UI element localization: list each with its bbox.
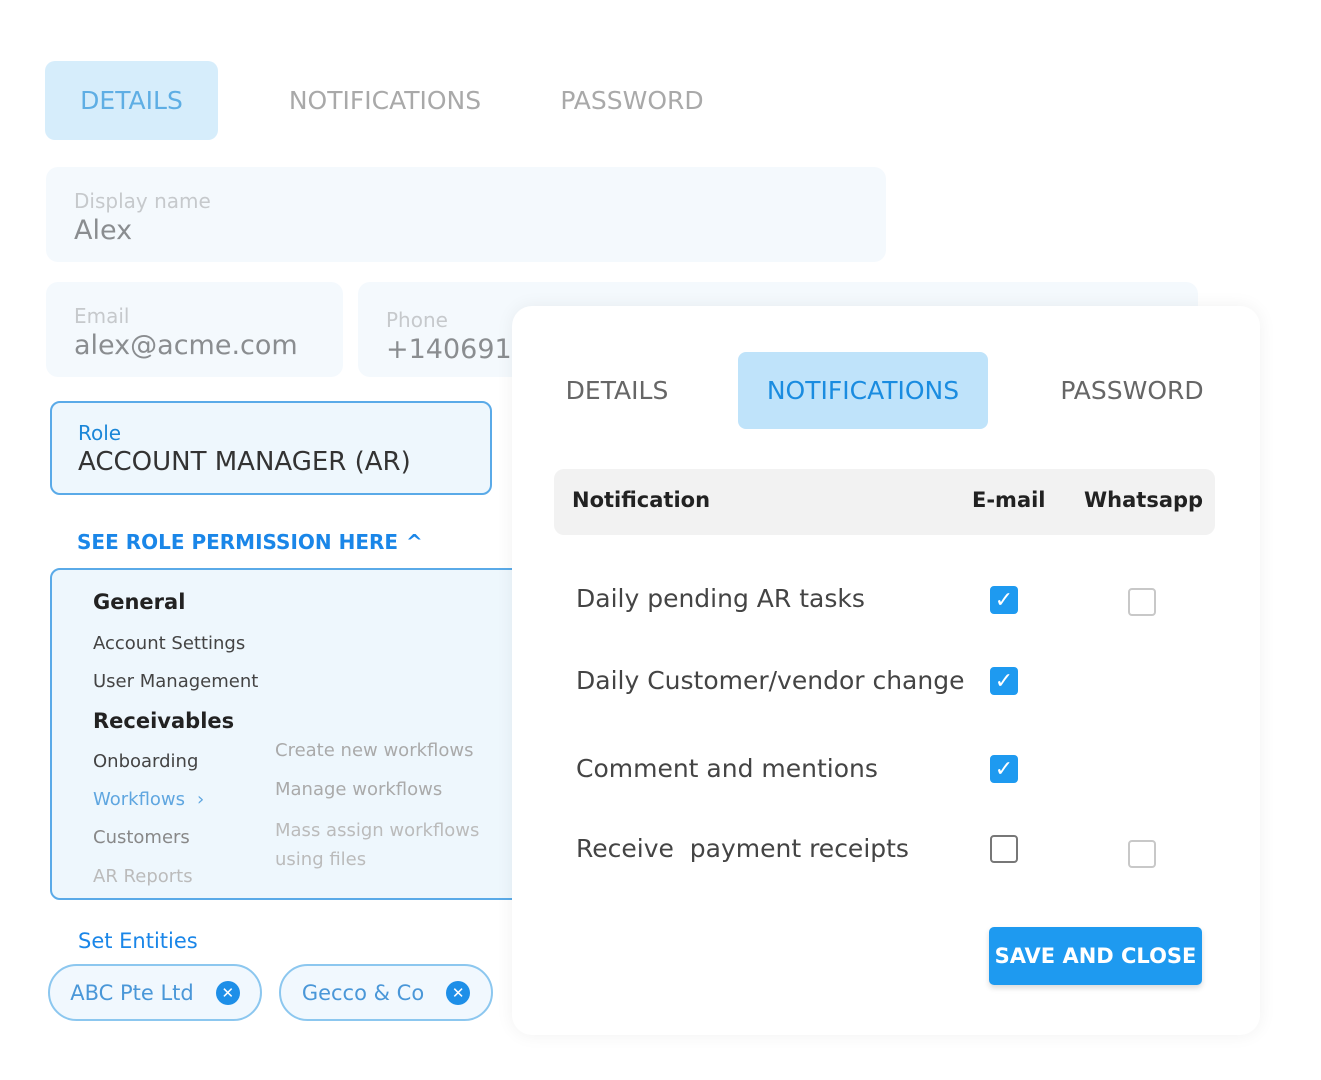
tab-password[interactable]: PASSWORD xyxy=(540,61,724,140)
entity-chip: ABC Pte Ltd ✕ xyxy=(48,964,262,1021)
email-value: alex@acme.com xyxy=(74,330,298,361)
see-role-permission-label: SEE ROLE PERMISSION HERE xyxy=(77,530,399,554)
check-icon: ✓ xyxy=(994,756,1014,782)
workflow-sub-item: Create new workflows xyxy=(275,740,474,761)
permission-heading-general: General xyxy=(93,590,186,614)
permission-item[interactable]: Customers xyxy=(93,827,190,848)
email-checkbox[interactable] xyxy=(990,835,1018,863)
row-label: Daily pending AR tasks xyxy=(576,584,865,613)
email-checkbox[interactable]: ✓ xyxy=(990,755,1018,783)
column-whatsapp: Whatsapp xyxy=(1084,488,1204,512)
chevron-up-icon: ^ xyxy=(406,530,423,554)
see-role-permission-link[interactable]: SEE ROLE PERMISSION HERE ^ xyxy=(77,530,423,554)
tab-password[interactable]: PASSWORD xyxy=(1042,352,1222,429)
permission-item[interactable]: AR Reports xyxy=(93,866,193,887)
set-entities-label: Set Entities xyxy=(78,929,198,953)
entity-chip-label: Gecco & Co xyxy=(301,980,425,1005)
role-label: Role xyxy=(78,421,122,445)
entity-chip-label: ABC Pte Ltd xyxy=(70,980,194,1005)
role-value: ACCOUNT MANAGER (AR) xyxy=(78,447,411,477)
permission-item: Account Settings xyxy=(93,633,246,654)
save-and-close-button[interactable]: SAVE AND CLOSE xyxy=(989,927,1202,985)
check-icon: ✓ xyxy=(994,668,1014,694)
remove-icon[interactable]: ✕ xyxy=(446,980,471,1005)
row-label: Comment and mentions xyxy=(576,754,878,783)
row-label: Receive payment receipts xyxy=(576,834,909,863)
entity-chip: Gecco & Co ✕ xyxy=(279,964,493,1021)
check-icon: ✓ xyxy=(994,587,1014,613)
chevron-right-icon: › xyxy=(197,789,205,810)
role-select[interactable]: Role ACCOUNT MANAGER (AR) xyxy=(50,401,492,495)
workflow-sub-item: Mass assign workflows using files xyxy=(275,820,480,870)
remove-icon[interactable]: ✕ xyxy=(215,980,240,1005)
permission-heading-receivables: Receivables xyxy=(93,709,235,733)
table-header: Notification E-mail Whatsapp xyxy=(554,469,1215,535)
tab-notifications[interactable]: NOTIFICATIONS xyxy=(270,61,500,140)
email-checkbox[interactable]: ✓ xyxy=(990,586,1018,614)
column-notification: Notification xyxy=(572,488,711,512)
permission-item[interactable]: Onboarding xyxy=(93,751,198,772)
email-label: Email xyxy=(74,304,130,328)
permission-item: User Management xyxy=(93,671,259,692)
column-email: E-mail xyxy=(972,488,1046,512)
notifications-card: DETAILS NOTIFICATIONS PASSWORD Notificat… xyxy=(512,306,1260,1035)
email-field[interactable]: Email alex@acme.com xyxy=(46,282,343,377)
workflows-label: Workflows xyxy=(93,789,186,810)
email-checkbox[interactable]: ✓ xyxy=(990,667,1018,695)
permission-item-workflows[interactable]: Workflows › xyxy=(93,789,204,810)
tab-details[interactable]: DETAILS xyxy=(45,61,218,140)
display-name-value: Alex xyxy=(74,215,133,246)
tab-notifications[interactable]: NOTIFICATIONS xyxy=(738,352,988,429)
display-name-field[interactable]: Display name Alex xyxy=(46,167,886,262)
row-label: Daily Customer/vendor change xyxy=(576,666,965,695)
workflow-sub-item: Manage workflows xyxy=(275,779,443,800)
whatsapp-checkbox[interactable] xyxy=(1128,840,1156,868)
whatsapp-checkbox[interactable] xyxy=(1128,588,1156,616)
tab-details[interactable]: DETAILS xyxy=(552,352,682,429)
display-name-label: Display name xyxy=(74,189,211,213)
